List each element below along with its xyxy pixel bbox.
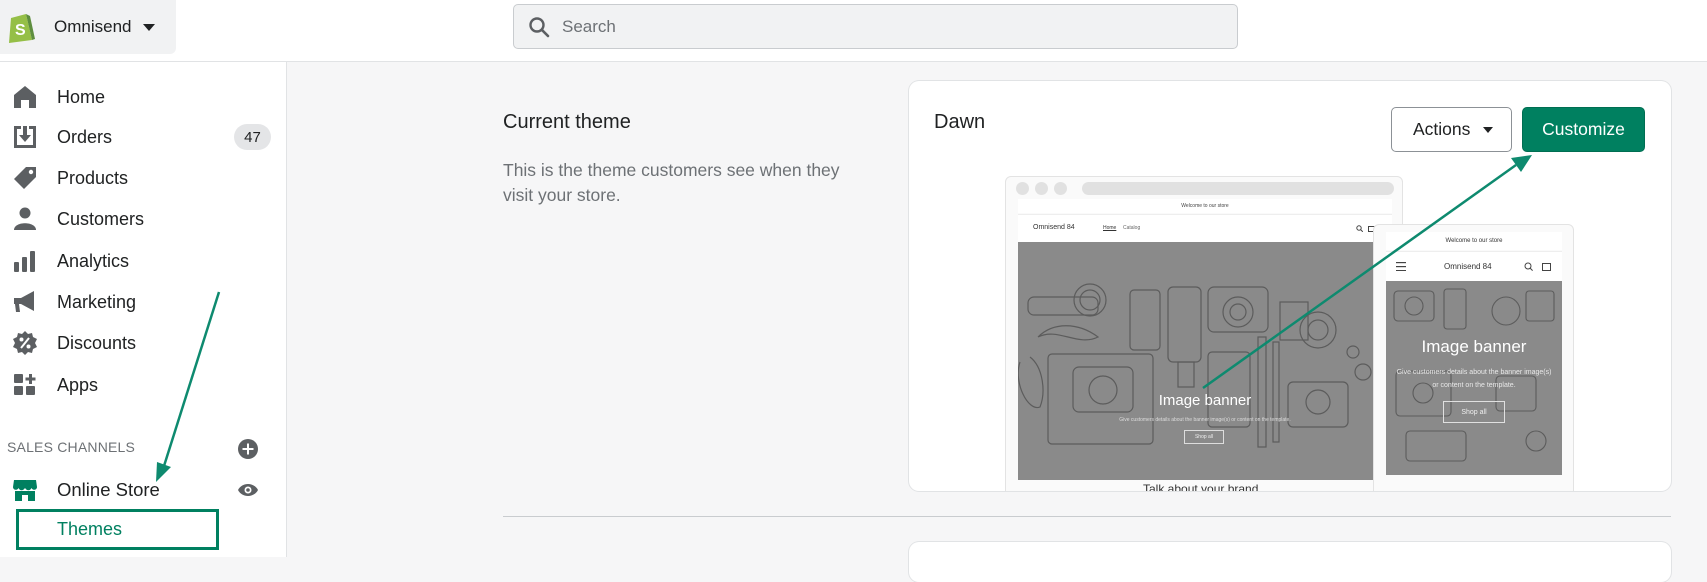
sidebar: Home Orders 47 Products Customers Analyt… <box>0 62 287 557</box>
flatlay-illustration <box>1018 283 1372 448</box>
sidebar-item-home[interactable]: Home <box>0 78 287 116</box>
theme-library-card <box>909 542 1671 582</box>
preview-store-name: Omnisend 84 <box>1033 224 1075 231</box>
theme-name: Dawn <box>934 111 986 133</box>
person-icon <box>14 207 36 230</box>
actions-label: Actions <box>1413 119 1471 139</box>
actions-button[interactable]: Actions <box>1391 107 1512 152</box>
sidebar-item-label: Products <box>57 167 129 188</box>
tag-icon <box>14 167 36 189</box>
home-icon <box>14 86 36 108</box>
preview-image-banner: Image banner Give customers details abou… <box>1018 242 1392 480</box>
section-description: This is the theme customers see when the… <box>503 160 840 205</box>
search-icon <box>1356 225 1363 232</box>
search-icon <box>529 16 550 37</box>
sidebar-item-orders[interactable]: Orders 47 <box>0 118 287 156</box>
preview-header: Omnisend 84 <box>1386 251 1562 281</box>
apps-icon <box>14 374 36 395</box>
shop-all-button: Shop all <box>1443 401 1505 423</box>
search-input[interactable] <box>562 16 1162 37</box>
eye-icon[interactable] <box>237 482 259 498</box>
orders-icon <box>14 126 36 148</box>
banner-title: Image banner <box>1158 392 1252 409</box>
section-divider <box>503 516 1671 517</box>
cart-icon <box>1542 263 1551 271</box>
store-switcher[interactable]: S Omnisend <box>0 0 176 54</box>
search-bar[interactable] <box>513 4 1238 49</box>
customize-button[interactable]: Customize <box>1522 107 1645 152</box>
preview-footer-text: Talk about your brand <box>1143 482 1259 491</box>
sidebar-item-label: Orders <box>57 126 113 147</box>
sidebar-item-apps[interactable]: Apps <box>0 366 287 404</box>
svg-text:S: S <box>15 22 26 39</box>
sidebar-item-label: Themes <box>57 519 123 539</box>
window-dots <box>1016 182 1073 195</box>
sidebar-item-products[interactable]: Products <box>0 159 287 197</box>
chevron-down-icon <box>143 23 156 31</box>
sidebar-item-label: Customers <box>57 208 145 229</box>
mobile-preview: Welcome to our store Omnisend 84 Image b… <box>1373 224 1574 491</box>
top-bar: S Omnisend <box>0 0 1707 62</box>
url-bar <box>1082 182 1394 195</box>
search-icon <box>1524 262 1533 271</box>
add-channel-icon[interactable] <box>238 439 258 459</box>
banner-text: Give customers details about the banner … <box>1119 417 1291 423</box>
discount-icon <box>13 331 37 355</box>
desktop-preview: Welcome to our store Omnisend 84 Home Ca… <box>1005 176 1403 491</box>
shopify-logo-icon: S <box>9 14 35 43</box>
preview-store-name: Omnisend 84 <box>1444 262 1492 271</box>
bar-chart-icon <box>14 251 35 272</box>
banner-text: Give customers details about the banner … <box>1396 369 1552 389</box>
sidebar-item-marketing[interactable]: Marketing <box>0 283 287 321</box>
orders-count-badge: 47 <box>234 124 271 150</box>
sidebar-item-discounts[interactable]: Discounts <box>0 324 287 362</box>
sidebar-item-analytics[interactable]: Analytics <box>0 242 287 280</box>
theme-card: Dawn Actions Customize Welcome to our st… <box>909 81 1671 491</box>
preview-announcement: Welcome to our store <box>1386 232 1562 250</box>
section-title: Current theme <box>503 111 631 133</box>
sales-channels-header: SALES CHANNELS <box>7 439 136 455</box>
sidebar-item-label: Discounts <box>57 332 137 353</box>
preview-header: Omnisend 84 Home Catalog <box>1018 214 1392 242</box>
preview-link-catalog: Catalog <box>1123 225 1141 231</box>
sidebar-item-themes[interactable]: Themes <box>16 509 219 550</box>
sidebar-item-customers[interactable]: Customers <box>0 200 287 238</box>
hamburger-menu-icon <box>1396 262 1406 271</box>
banner-title: Image banner <box>1421 337 1527 356</box>
sidebar-item-label: Marketing <box>57 291 137 312</box>
store-name: Omnisend <box>54 17 132 36</box>
sidebar-item-label: Online Store <box>57 479 160 500</box>
megaphone-icon <box>14 291 34 312</box>
sidebar-item-label: Analytics <box>57 250 130 271</box>
shop-all-button: Shop all <box>1184 430 1224 444</box>
sidebar-item-label: Apps <box>57 374 99 395</box>
preview-image-banner: Image banner Give customers details abou… <box>1386 281 1562 475</box>
store-icon <box>13 480 37 501</box>
preview-link-home: Home <box>1103 225 1117 231</box>
preview-announcement: Welcome to our store <box>1018 199 1392 213</box>
sidebar-item-label: Home <box>57 86 106 107</box>
chevron-down-icon <box>1483 126 1494 133</box>
